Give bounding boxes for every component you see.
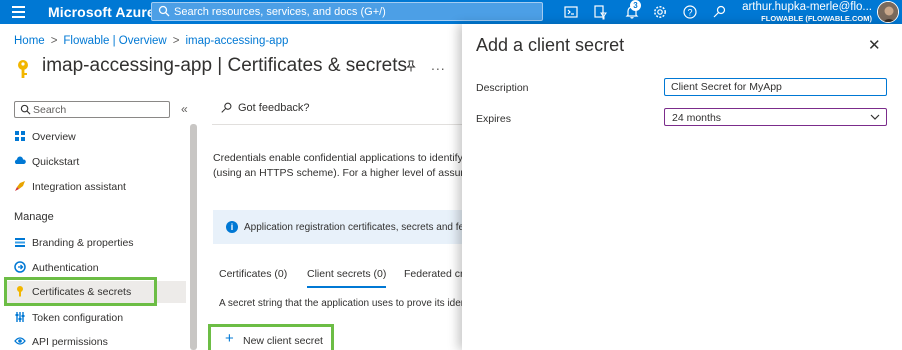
brand-name[interactable]: Microsoft Azure (48, 4, 155, 20)
tab-certificates[interactable]: Certificates (0) (219, 268, 287, 280)
pin-icon[interactable] (405, 60, 417, 72)
notification-badge: 3 (630, 0, 641, 11)
user-name: arthur.hupka-merle@flo... (742, 1, 872, 13)
avatar[interactable] (877, 1, 899, 23)
sidebar-item-label: Quickstart (32, 156, 80, 168)
feedback-icon[interactable] (712, 4, 728, 20)
close-icon[interactable]: ✕ (868, 36, 881, 54)
sidebar-item-label: Integration assistant (32, 181, 126, 193)
tab-client-secrets[interactable]: Client secrets (0) (307, 268, 387, 288)
global-search-placeholder: Search resources, services, and docs (G+… (174, 6, 386, 18)
top-bar: Microsoft Azure Search resources, servic… (0, 0, 902, 24)
directory-filter-icon[interactable] (592, 4, 608, 20)
breadcrumb-overview[interactable]: Flowable | Overview (63, 35, 166, 47)
breadcrumb-home[interactable]: Home (14, 35, 45, 47)
hamburger-menu-icon[interactable] (12, 6, 25, 18)
breadcrumb-separator: > (50, 35, 58, 47)
more-options-icon[interactable]: ... (431, 57, 446, 73)
cloud-shell-icon[interactable] (563, 4, 579, 20)
user-account[interactable]: arthur.hupka-merle@flo... FLOWABLE (FLOW… (742, 1, 872, 23)
sidebar-item-label: API permissions (32, 336, 108, 348)
highlight-box (208, 324, 334, 350)
feedback-label: Got feedback? (238, 102, 310, 114)
gear-icon[interactable] (652, 4, 668, 20)
svg-text:?: ? (687, 8, 692, 18)
sidebar-item-integration-assistant[interactable]: Integration assistant (14, 176, 186, 198)
feedback-icon (221, 102, 232, 113)
divider (212, 124, 462, 125)
breadcrumb-separator: > (172, 35, 180, 47)
description-line: (using an HTTPS scheme). For a higher le… (213, 167, 462, 179)
highlight-box (4, 277, 157, 306)
description-field[interactable] (664, 78, 887, 96)
global-search-input[interactable]: Search resources, services, and docs (G+… (151, 2, 543, 21)
sidebar-item-api-permissions[interactable]: API permissions (14, 331, 186, 350)
key-icon (18, 60, 28, 78)
panel-title: Add a client secret (476, 35, 625, 55)
sidebar-section-manage: Manage (14, 211, 54, 223)
search-icon (158, 5, 170, 17)
user-org: FLOWABLE (FLOWABLE.COM) (761, 14, 872, 23)
search-icon (20, 104, 31, 115)
expires-select[interactable]: 24 months (664, 108, 887, 126)
expires-value: 24 months (672, 112, 722, 124)
tab-federated-credentials[interactable]: Federated cr (404, 268, 462, 280)
sidebar-item-quickstart[interactable]: Quickstart (14, 151, 186, 173)
add-client-secret-panel: Add a client secret ✕ Description Expire… (462, 24, 902, 350)
rocket-icon (15, 181, 25, 191)
expires-label: Expires (476, 113, 512, 125)
sidebar-search-placeholder: Search (33, 104, 67, 116)
sidebar-item-label: Branding & properties (32, 237, 134, 249)
help-icon[interactable]: ? (682, 4, 698, 20)
avatar-image-icon (878, 2, 898, 22)
chevron-down-icon (870, 114, 880, 120)
cloud-icon (14, 156, 26, 164)
sidebar-item-label: Token configuration (32, 312, 124, 324)
sidebar-item-label: Authentication (32, 262, 99, 274)
token-icon (15, 312, 25, 322)
info-banner: i Application registration certificates,… (213, 210, 462, 244)
description-label: Description (476, 82, 529, 94)
sidebar-item-authentication[interactable]: Authentication (14, 257, 186, 279)
info-icon: i (226, 221, 238, 233)
client-secret-note: A secret string that the application use… (219, 298, 462, 309)
credential-tabs: Certificates (0) Client secrets (0) Fede… (219, 268, 462, 290)
sidebar-item-branding[interactable]: Branding & properties (14, 232, 186, 254)
sidebar-item-label: Overview (32, 131, 76, 143)
breadcrumb: Home > Flowable | Overview > imap-accessing-… (14, 35, 288, 47)
credentials-description: Credentials enable confidential applicat… (213, 151, 462, 181)
branding-icon (15, 238, 25, 247)
grid-icon (15, 131, 25, 141)
auth-icon (14, 261, 26, 273)
info-banner-text: Application registration certificates, s… (244, 222, 462, 233)
breadcrumb-app[interactable]: imap-accessing-app (185, 35, 288, 47)
sidebar-item-overview[interactable]: Overview (14, 126, 186, 148)
collapse-sidebar-icon[interactable]: « (181, 102, 188, 116)
page-title: imap-accessing-app | Certificates & secr… (42, 55, 408, 76)
description-line: Credentials enable confidential applicat… (213, 152, 462, 164)
sidebar-item-token-configuration[interactable]: Token configuration (14, 307, 186, 329)
sidebar-search-input[interactable]: Search (14, 101, 170, 118)
api-icon (14, 337, 26, 345)
sidebar-scrollbar[interactable] (190, 124, 197, 350)
